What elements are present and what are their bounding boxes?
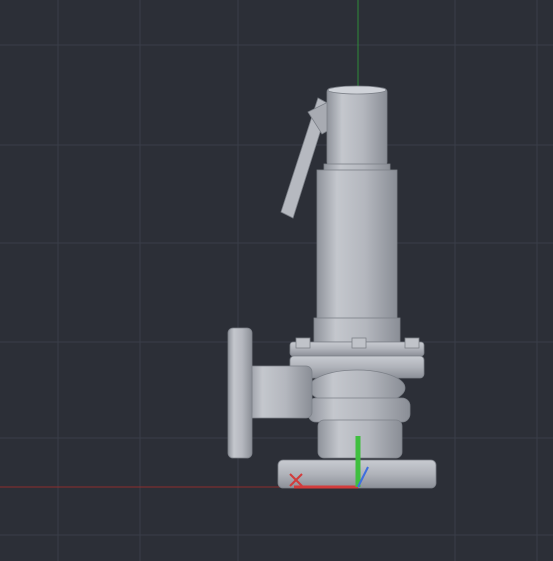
viewport-canvas[interactable] <box>0 0 553 561</box>
grid <box>0 0 553 561</box>
3d-viewport[interactable] <box>0 0 553 561</box>
safety-valve-model[interactable] <box>227 85 437 489</box>
